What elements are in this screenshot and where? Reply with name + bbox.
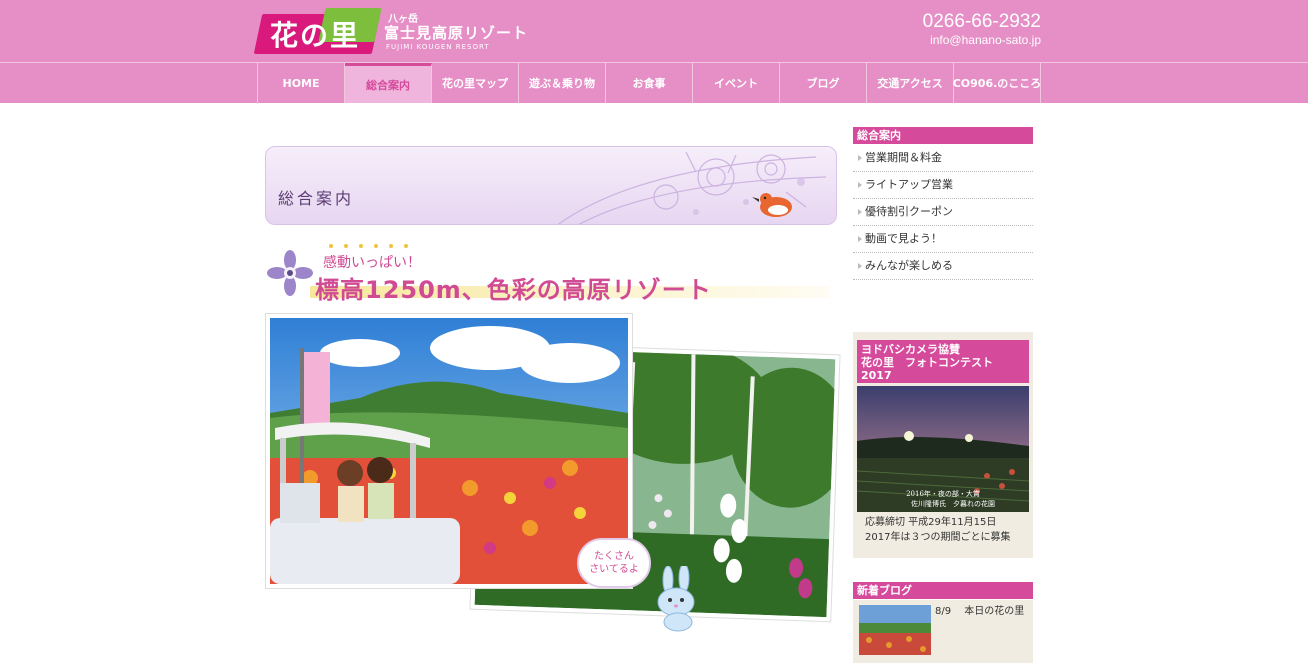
- bubble-text: たくさん さいてるよ: [589, 551, 639, 575]
- nav-item-blog[interactable]: ブログ: [780, 63, 867, 103]
- email-address[interactable]: info@hanano-sato.jp: [930, 33, 1041, 47]
- blog-entry-text[interactable]: 8/9 本日の花の里: [935, 602, 1024, 617]
- floral-decoration: [557, 151, 827, 224]
- page-title-banner: 総合案内: [265, 146, 837, 225]
- site-header: 花の里 八ヶ岳 富士見高原リゾート FUJIMI KOUGEN RESORT 0…: [0, 0, 1308, 62]
- phone-number: 0266-66-2932: [922, 11, 1041, 32]
- sidebar-item-hours-fees[interactable]: 営業期間＆料金: [853, 145, 1033, 172]
- blog-date: 8/9: [935, 606, 952, 617]
- nav-item-access[interactable]: 交通アクセス: [867, 63, 954, 103]
- bird-icon: [752, 193, 792, 217]
- sidebar-menu: 営業期間＆料金 ライトアップ営業 優待割引クーポン 動画で見よう！ みんなが楽し…: [853, 145, 1033, 280]
- blog-thumbnail[interactable]: [859, 605, 931, 655]
- sidebar-item-lightup[interactable]: ライトアップ営業: [853, 172, 1033, 199]
- nav-item-food[interactable]: お食事: [606, 63, 693, 103]
- main-nav: HOME 総合案内 花の里マップ 遊ぶ＆乗り物 お食事 イベント ブログ 交通ア…: [0, 62, 1308, 104]
- blog-title: 本日の花の里: [964, 606, 1025, 617]
- nav-item-events[interactable]: イベント: [693, 63, 780, 103]
- dots-decoration: [329, 244, 408, 248]
- nav-item-rides[interactable]: 遊ぶ＆乗り物: [519, 63, 606, 103]
- sidebar-section-title: 総合案内: [853, 127, 1033, 144]
- svg-text:2016年・夜の部・大賞: 2016年・夜の部・大賞: [906, 489, 980, 498]
- sidebar-item-video[interactable]: 動画で見よう！: [853, 226, 1033, 253]
- blog-section-title: 新着ブログ: [853, 582, 1033, 599]
- speech-bubble: たくさん さいてるよ: [577, 538, 651, 588]
- nav-item-home[interactable]: HOME: [258, 63, 345, 103]
- flower-icon: [267, 250, 313, 296]
- headline-main: 標高1250m、色彩の高原リゾート: [315, 276, 712, 304]
- logo-en-text: FUJIMI KOUGEN RESORT: [386, 43, 490, 51]
- site-logo[interactable]: 花の里 八ヶ岳 富士見高原リゾート FUJIMI KOUGEN RESORT: [253, 8, 529, 56]
- headline: 感動いっぱい！ 標高1250m、色彩の高原リゾート: [265, 240, 837, 304]
- page-title: 総合案内: [278, 189, 355, 208]
- sidebar-item-coupon[interactable]: 優待割引クーポン: [853, 199, 1033, 226]
- rabbit-mascot-icon: [657, 566, 695, 632]
- blog-entry[interactable]: 8/9 本日の花の里: [853, 600, 1033, 663]
- photo-contest-box[interactable]: ヨドバシカメラ協賛 花の里 フォトコンテスト 2017 2016年・夜の部・大賞…: [853, 332, 1033, 558]
- svg-text:佐川隆博氏 夕暮れの花園: 佐川隆博氏 夕暮れの花園: [911, 499, 995, 508]
- logo-main-text: 花の里: [270, 19, 361, 52]
- contest-photo[interactable]: 2016年・夜の部・大賞 佐川隆博氏 夕暮れの花園: [857, 386, 1029, 512]
- nav-item-co906[interactable]: CO906.のこころ: [953, 63, 1041, 103]
- nav-item-map[interactable]: 花の里マップ: [432, 63, 519, 103]
- logo-name-text: 富士見高原リゾート: [384, 24, 529, 42]
- sidebar-item-everyone[interactable]: みんなが楽しめる: [853, 253, 1033, 280]
- contest-text: 応募締切 平成29年11月15日 2017年は３つの期間ごとに募集: [865, 517, 1011, 543]
- nav-item-general-info[interactable]: 総合案内: [345, 63, 432, 103]
- contest-title: ヨドバシカメラ協賛 花の里 フォトコンテスト 2017: [857, 340, 1029, 383]
- headline-sub: 感動いっぱい！: [323, 255, 421, 271]
- flower-field-photo: [265, 313, 633, 589]
